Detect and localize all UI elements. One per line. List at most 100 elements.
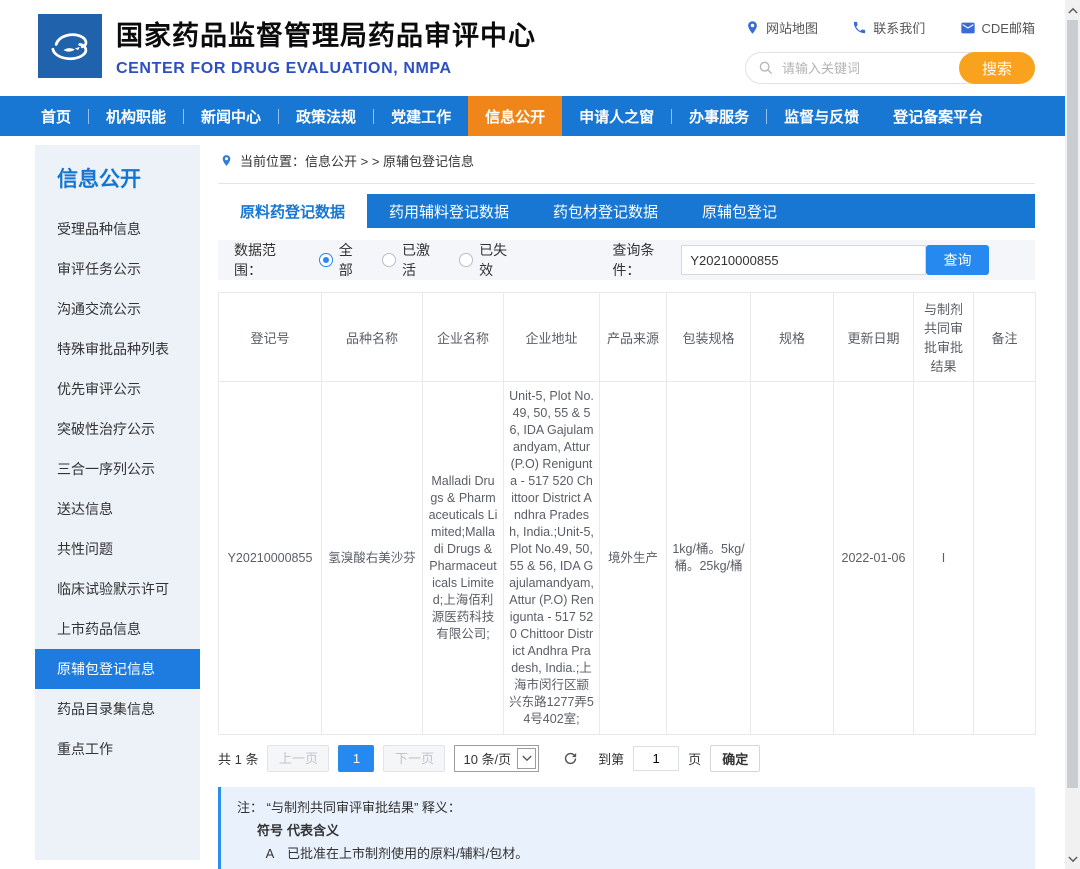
cell-update-date: 2022-01-06 xyxy=(834,382,914,735)
cde-mail-link[interactable]: CDE邮箱 xyxy=(960,18,1035,37)
table-row: Y20210000855 氢溴酸右美沙芬 Malladi Drugs & Pha… xyxy=(219,382,1036,735)
radio-expired[interactable]: 已失效 xyxy=(459,240,520,280)
scroll-down-arrow[interactable] xyxy=(1067,852,1078,866)
breadcrumb-text: 当前位置：信息公开 > > 原辅包登记信息 xyxy=(240,151,474,170)
nav-item-registration-platform[interactable]: 登记备案平台 xyxy=(876,96,1000,136)
sidebar-item-marketed-drugs[interactable]: 上市药品信息 xyxy=(35,609,200,649)
query-label: 查询条件： xyxy=(612,240,681,280)
note-symbol-a: A xyxy=(253,842,287,865)
sidebar-item-raw-material-registration[interactable]: 原辅包登记信息 xyxy=(35,649,200,689)
breadcrumb: 当前位置：信息公开 > > 原辅包登记信息 xyxy=(218,145,1035,184)
contact-label: 联系我们 xyxy=(873,18,925,37)
fish-glyph xyxy=(64,47,80,52)
cell-registration-no: Y20210000855 xyxy=(219,382,322,735)
scrollbar-thumb[interactable] xyxy=(1067,20,1078,788)
tab-registration[interactable]: 原辅包登记 xyxy=(680,194,799,228)
radio-expired-label: 已失效 xyxy=(479,240,520,280)
prev-page-button[interactable]: 上一页 xyxy=(267,745,329,772)
cell-remarks xyxy=(974,382,1036,735)
sitemap-link[interactable]: 网站地图 xyxy=(745,18,818,37)
confirm-button[interactable]: 确定 xyxy=(710,745,760,772)
site-title: 国家药品监督管理局药品审评中心 xyxy=(116,14,536,53)
radio-dot-icon xyxy=(459,253,473,267)
total-count: 共 1 条 xyxy=(218,749,258,768)
nav-item-services[interactable]: 办事服务 xyxy=(672,96,766,136)
nav-item-home[interactable]: 首页 xyxy=(24,96,88,136)
phone-icon xyxy=(852,20,867,35)
sidebar-item-priority-review[interactable]: 优先审评公示 xyxy=(35,369,200,409)
sidebar-item-three-in-one[interactable]: 三合一序列公示 xyxy=(35,449,200,489)
col-packaging-spec: 包装规格 xyxy=(667,293,751,382)
sidebar-item-key-work[interactable]: 重点工作 xyxy=(35,729,200,769)
contact-link[interactable]: 联系我们 xyxy=(852,18,925,37)
note-meaning-a: 已批准在上市制剂使用的原料/辅料/包材。 xyxy=(287,846,528,861)
next-page-button[interactable]: 下一页 xyxy=(383,745,445,772)
cell-joint-review-result: I xyxy=(914,382,974,735)
note-col-symbol: 符号 xyxy=(253,819,287,842)
mail-icon xyxy=(960,20,976,36)
note-row-i: I尚未通过与制剂共同审评审批的原料/辅料/包材。 xyxy=(237,865,1019,869)
radio-dot-icon xyxy=(382,253,396,267)
page-1-button[interactable]: 1 xyxy=(338,745,374,772)
query-button[interactable]: 查询 xyxy=(926,245,989,275)
goto-label: 到第 xyxy=(598,749,624,768)
col-joint-review-result: 与制剂共同审批审批结果 xyxy=(914,293,974,382)
query-input[interactable] xyxy=(681,245,926,275)
scroll-up-arrow[interactable] xyxy=(1067,3,1078,17)
sidebar-item-delivery-info[interactable]: 送达信息 xyxy=(35,489,200,529)
pagination: 共 1 条 上一页 1 下一页 10 条/页 到第 页 确定 xyxy=(218,745,1035,772)
nav-item-news[interactable]: 新闻中心 xyxy=(184,96,278,136)
nav-item-supervision[interactable]: 监督与反馈 xyxy=(767,96,876,136)
radio-all[interactable]: 全部 xyxy=(319,240,366,280)
legend-note: 注： “与制剂共同审评审批结果” 释义： 符号代表含义 A已批准在上市制剂使用的… xyxy=(218,787,1035,869)
search-input[interactable] xyxy=(782,61,942,76)
location-pin-icon xyxy=(220,154,233,167)
site-search: 搜索 xyxy=(745,52,1035,84)
tab-packaging-data[interactable]: 药包材登记数据 xyxy=(531,194,680,228)
sidebar-item-review-tasks[interactable]: 审评任务公示 xyxy=(35,249,200,289)
cde-logo xyxy=(38,14,102,78)
table-header-row: 登记号 品种名称 企业名称 企业地址 产品来源 包装规格 规格 更新日期 与制剂… xyxy=(219,293,1036,382)
cell-company-address: Unit-5, Plot No.49, 50, 55 & 56, IDA Gaj… xyxy=(504,382,600,735)
sidebar-item-communication[interactable]: 沟通交流公示 xyxy=(35,289,200,329)
dropdown-arrow-box xyxy=(517,748,536,769)
sidebar-item-special-approval[interactable]: 特殊审批品种列表 xyxy=(35,329,200,369)
cell-variety-name: 氢溴酸右美沙芬 xyxy=(322,382,423,735)
results-table: 登记号 品种名称 企业名称 企业地址 产品来源 包装规格 规格 更新日期 与制剂… xyxy=(218,292,1036,735)
main-nav: 首页 机构职能 新闻中心 政策法规 党建工作 信息公开 申请人之窗 办事服务 监… xyxy=(0,96,1080,136)
nav-item-policy[interactable]: 政策法规 xyxy=(279,96,373,136)
sidebar-item-accepted-varieties[interactable]: 受理品种信息 xyxy=(35,209,200,249)
sidebar-item-clinical-trial[interactable]: 临床试验默示许可 xyxy=(35,569,200,609)
goto-page-input[interactable] xyxy=(633,746,679,771)
col-variety-name: 品种名称 xyxy=(322,293,423,382)
note-col-meaning: 代表含义 xyxy=(287,823,339,838)
search-button[interactable]: 搜索 xyxy=(959,52,1035,84)
tab-raw-material-data[interactable]: 原料药登记数据 xyxy=(218,194,367,228)
refresh-button[interactable] xyxy=(562,750,579,767)
chevron-down-icon xyxy=(1068,856,1078,863)
nav-item-party[interactable]: 党建工作 xyxy=(374,96,468,136)
page-size-select[interactable]: 10 条/页 xyxy=(454,745,539,772)
cell-packaging-spec: 1kg/桶。5kg/桶。25kg/桶 xyxy=(667,382,751,735)
sidebar-item-breakthrough-therapy[interactable]: 突破性治疗公示 xyxy=(35,409,200,449)
sidebar-item-drug-catalog[interactable]: 药品目录集信息 xyxy=(35,689,200,729)
radio-activated[interactable]: 已激活 xyxy=(382,240,443,280)
cell-spec xyxy=(751,382,834,735)
nav-item-applicant[interactable]: 申请人之窗 xyxy=(562,96,671,136)
cell-product-source: 境外生产 xyxy=(600,382,667,735)
page: 国家药品监督管理局药品审评中心 CENTER FOR DRUG EVALUATI… xyxy=(0,0,1080,869)
nav-item-info-disclosure[interactable]: 信息公开 xyxy=(468,96,562,136)
sidebar-item-common-issues[interactable]: 共性问题 xyxy=(35,529,200,569)
scope-label: 数据范围： xyxy=(234,240,303,280)
col-spec: 规格 xyxy=(751,293,834,382)
sitemap-label: 网站地图 xyxy=(766,18,818,37)
vertical-scrollbar[interactable] xyxy=(1065,0,1080,869)
search-box[interactable] xyxy=(745,52,987,84)
brand[interactable]: 国家药品监督管理局药品审评中心 CENTER FOR DRUG EVALUATI… xyxy=(38,14,536,78)
refresh-icon xyxy=(562,750,579,767)
nav-item-functions[interactable]: 机构职能 xyxy=(89,96,183,136)
tab-excipient-data[interactable]: 药用辅料登记数据 xyxy=(367,194,531,228)
cde-mail-label: CDE邮箱 xyxy=(982,18,1035,37)
cell-company-name: Malladi Drugs & Pharmaceuticals Limited;… xyxy=(423,382,504,735)
sidebar-title: 信息公开 xyxy=(35,145,200,209)
